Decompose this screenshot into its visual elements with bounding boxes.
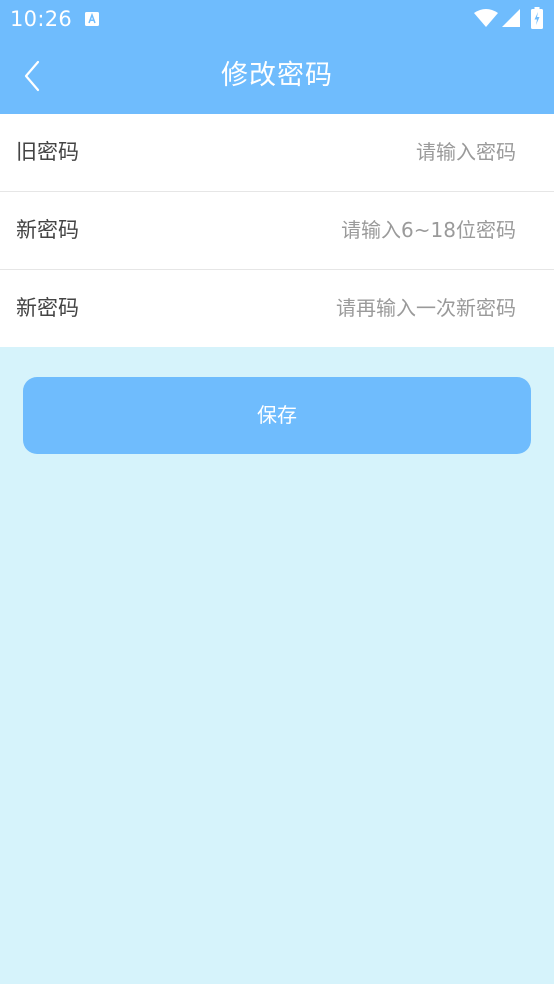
new-password-row: 新密码 bbox=[0, 192, 554, 269]
wifi-icon bbox=[474, 9, 498, 27]
status-bar: 10:26 bbox=[0, 0, 554, 38]
cell-signal-icon bbox=[502, 9, 520, 27]
back-button[interactable] bbox=[14, 54, 50, 98]
confirm-password-input[interactable] bbox=[186, 288, 516, 328]
nav-bar: 修改密码 bbox=[0, 38, 554, 114]
app-header: 10:26 修改密码 bbox=[0, 0, 554, 114]
confirm-password-label: 新密码 bbox=[16, 296, 79, 320]
page-title: 修改密码 bbox=[221, 60, 333, 91]
new-password-label: 新密码 bbox=[16, 218, 79, 242]
new-password-input[interactable] bbox=[186, 210, 516, 250]
chevron-left-icon bbox=[24, 60, 40, 92]
old-password-label: 旧密码 bbox=[16, 140, 79, 164]
old-password-row: 旧密码 bbox=[0, 114, 554, 191]
save-button[interactable]: 保存 bbox=[23, 377, 531, 454]
status-time: 10:26 bbox=[10, 7, 73, 31]
battery-charging-icon bbox=[531, 7, 543, 29]
a-box-icon bbox=[85, 11, 99, 26]
password-form: 旧密码 新密码 新密码 bbox=[0, 114, 554, 347]
confirm-password-row: 新密码 bbox=[0, 270, 554, 347]
old-password-input[interactable] bbox=[186, 132, 516, 172]
